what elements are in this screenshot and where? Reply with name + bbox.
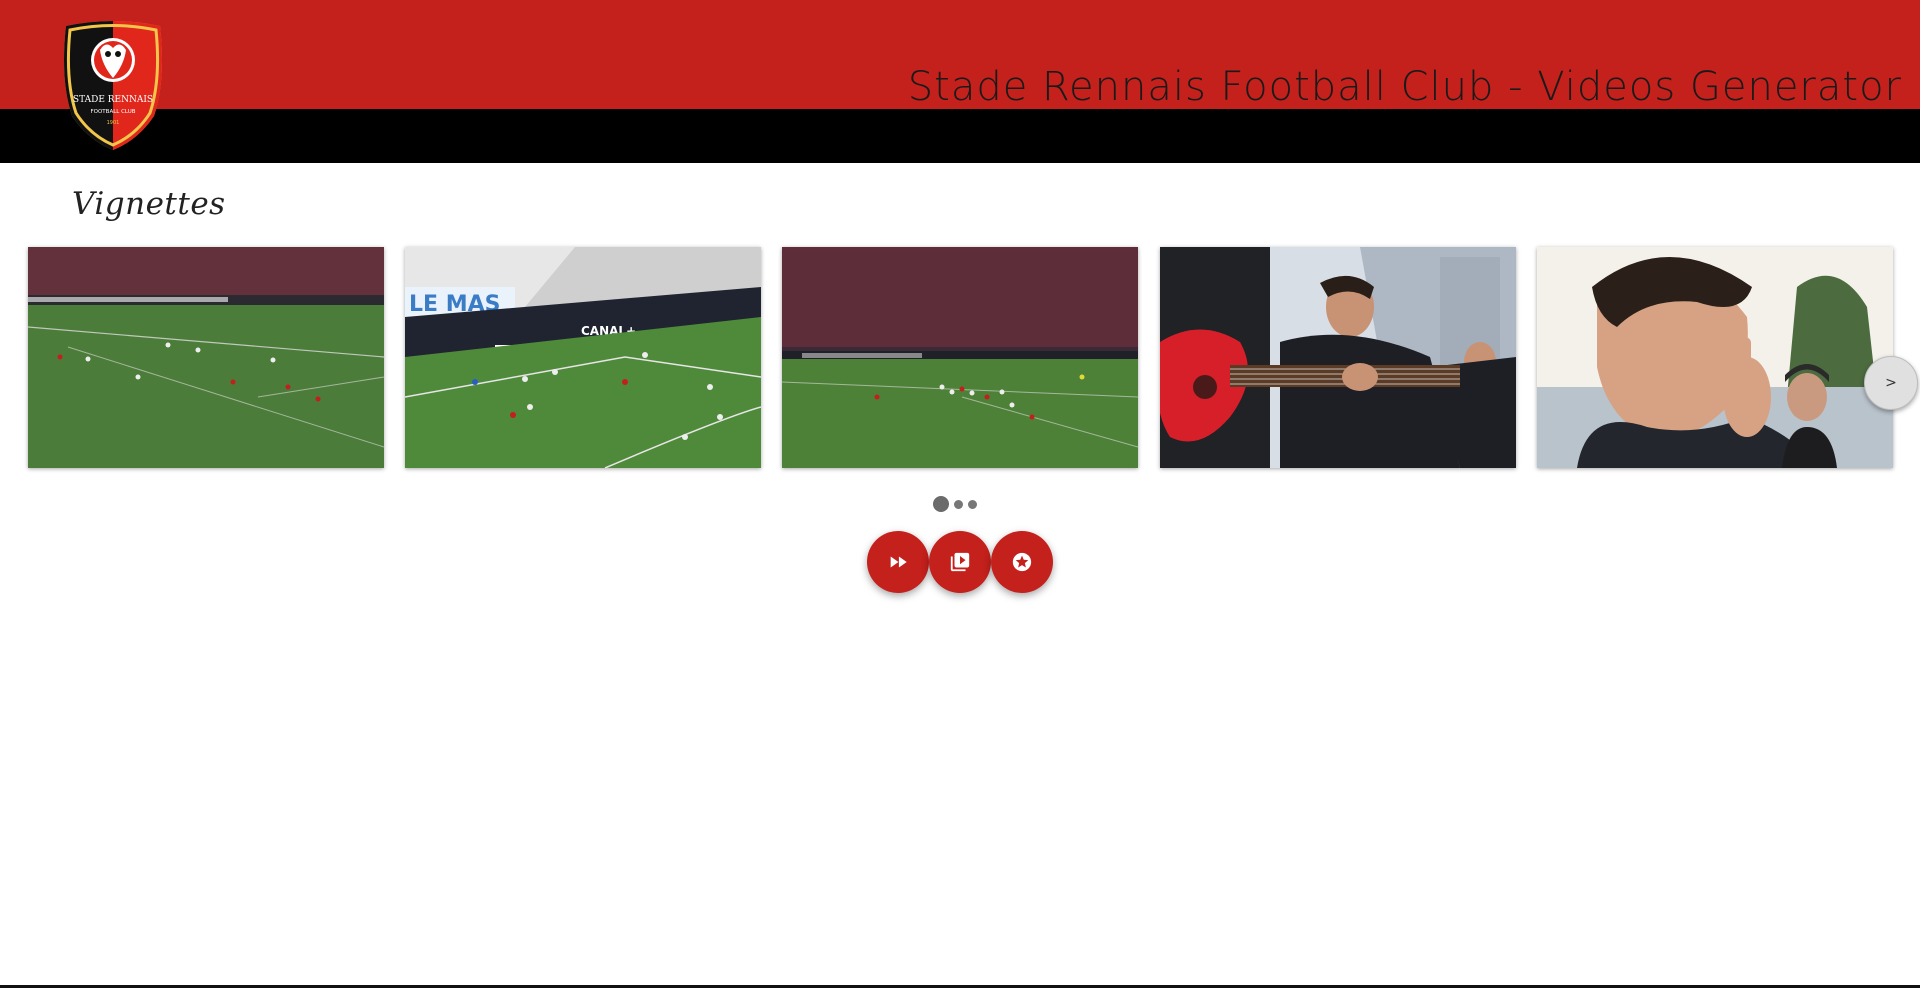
carousel-pagination xyxy=(933,496,977,512)
thumbnail-2[interactable]: LE MAS INTERSPORT CANAL+ xyxy=(405,247,761,468)
thumbnail-1[interactable] xyxy=(28,247,384,468)
header-black-band xyxy=(0,109,1920,163)
logo-text-line2: FOOTBALL CLUB xyxy=(90,109,135,115)
video-library-button[interactable] xyxy=(929,531,991,593)
logo-text-line1: STADE RENNAIS xyxy=(73,95,153,105)
section-title: Vignettes xyxy=(72,186,226,222)
thumbnail-3[interactable] xyxy=(782,247,1138,468)
pagination-dot-2[interactable] xyxy=(954,499,963,509)
star-circle-icon xyxy=(1012,552,1032,572)
fast-forward-button[interactable] xyxy=(867,531,929,593)
club-logo[interactable]: STADE RENNAIS FOOTBALL CLUB 1901 xyxy=(58,20,168,152)
page-title: Stade Rennais Football Club - Videos Gen… xyxy=(907,64,1902,110)
action-buttons xyxy=(867,531,1053,593)
pagination-dot-1[interactable] xyxy=(933,496,949,512)
pagination-dot-3[interactable] xyxy=(968,499,977,509)
carousel-next-button[interactable]: > xyxy=(1864,356,1918,410)
video-library-icon xyxy=(950,552,970,572)
thumbnail-5[interactable] xyxy=(1537,247,1893,468)
logo-text-line3: 1901 xyxy=(107,120,120,126)
thumbnail-carousel: LE MAS INTERSPORT CANAL+ xyxy=(0,247,1920,469)
thumbnail-4[interactable] xyxy=(1160,247,1516,468)
stars-button[interactable] xyxy=(991,531,1053,593)
fast-forward-icon xyxy=(890,556,907,568)
